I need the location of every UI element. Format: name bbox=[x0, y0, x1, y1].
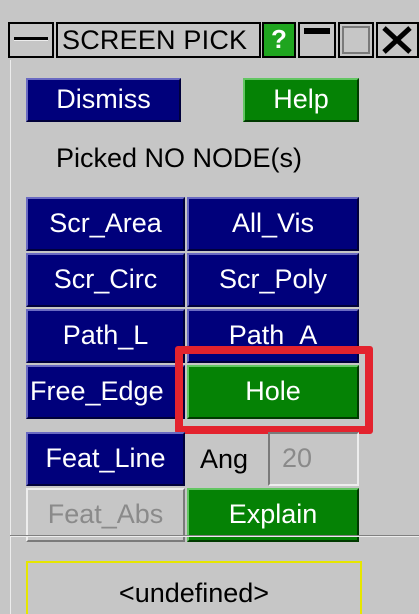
maximize-icon bbox=[342, 26, 370, 54]
angle-input[interactable]: 20 bbox=[268, 432, 359, 486]
feat-abs-button[interactable]: Feat_Abs bbox=[26, 488, 185, 542]
close-icon bbox=[382, 26, 412, 54]
free-edge-button[interactable]: Free_Edge bbox=[26, 365, 185, 419]
path-l-button[interactable]: Path_L bbox=[26, 309, 185, 363]
all-vis-button[interactable]: All_Vis bbox=[187, 197, 359, 251]
scr-area-button[interactable]: Scr_Area bbox=[26, 197, 185, 251]
window-title: SCREEN PICK bbox=[56, 22, 261, 58]
pick-status-text: Picked NO NODE(s) bbox=[56, 143, 303, 173]
feat-line-button[interactable]: Feat_Line bbox=[26, 432, 185, 486]
scr-circ-button[interactable]: Scr_Circ bbox=[26, 253, 185, 307]
angle-label: Ang bbox=[200, 444, 249, 474]
minimize-icon bbox=[304, 28, 330, 34]
highlight-box bbox=[175, 346, 373, 434]
maximize-button[interactable] bbox=[338, 22, 374, 58]
minimize-button[interactable] bbox=[298, 22, 336, 58]
scr-poly-button[interactable]: Scr_Poly bbox=[187, 253, 359, 307]
selection-display: <undefined> bbox=[26, 561, 362, 614]
screen-pick-window: { "window": { "title": "SCREEN PICK", "h… bbox=[0, 0, 419, 614]
close-button[interactable] bbox=[376, 22, 419, 58]
panel-left-edge bbox=[10, 60, 11, 614]
dismiss-button[interactable]: Dismiss bbox=[26, 78, 181, 122]
help-button[interactable]: Help bbox=[243, 78, 359, 122]
explain-button[interactable]: Explain bbox=[187, 488, 359, 542]
window-menu-button[interactable] bbox=[8, 22, 54, 58]
window-menu-icon bbox=[14, 37, 48, 41]
title-help-button[interactable]: ? bbox=[262, 22, 296, 58]
panel-separator bbox=[10, 535, 419, 537]
